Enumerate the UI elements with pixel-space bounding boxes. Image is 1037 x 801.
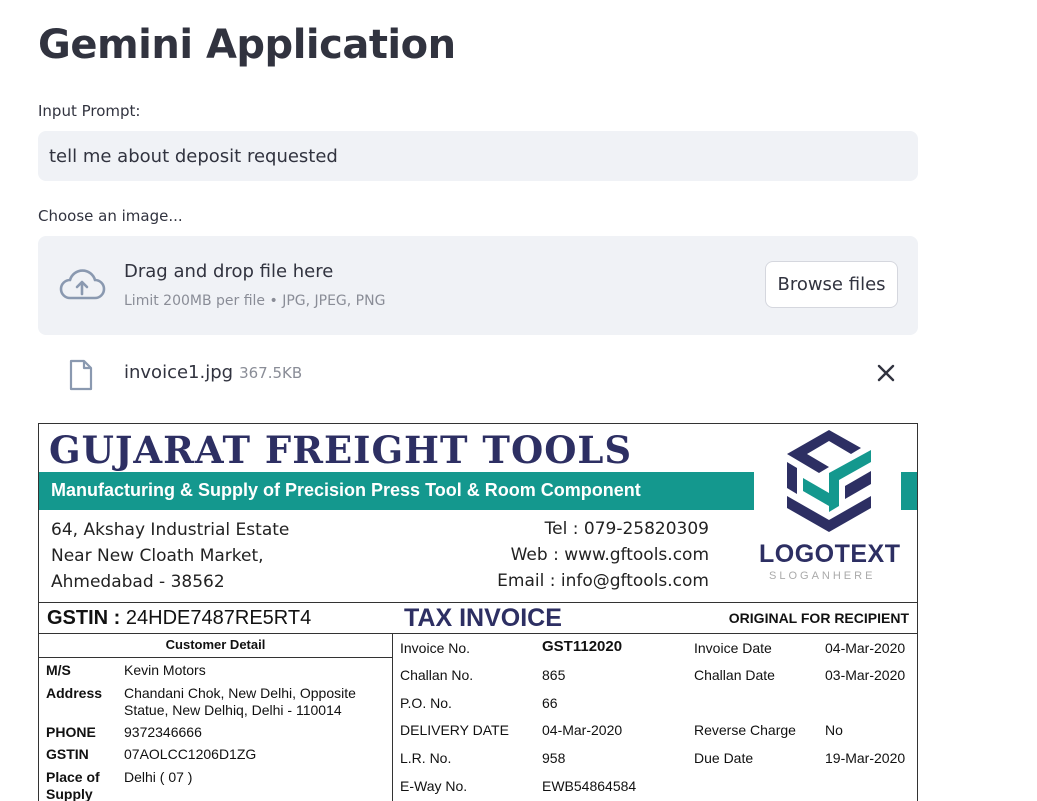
customer-field-label: Place of Supply [46,769,100,801]
invoice-field-label: E-Way No. [400,778,468,794]
customer-field-value: 07AOLCC1206D1ZG [124,746,257,762]
file-dropzone[interactable]: Drag and drop file here Limit 200MB per … [38,236,918,335]
customer-detail-header: Customer Detail [165,637,266,652]
page-title: Gemini Application [38,22,456,68]
invoice-field-value: 66 [542,695,558,711]
invoice-gstin: GSTIN : 24HDE7487RE5RT4 [47,607,311,630]
file-size: 367.5KB [239,364,303,382]
invoice-field-label: Challan No. [400,667,474,683]
customer-field-value: Delhi ( 07 ) [124,769,193,785]
invoice-field-value: 03-Mar-2020 [825,667,906,683]
divider [39,602,917,603]
dropzone-instructions: Drag and drop file here [124,261,334,282]
customer-field-value: Chandani Chok, New Delhi, Opposite Statu… [124,685,356,718]
logo-text: LOGOTEXT [759,540,901,568]
remove-file-close-icon[interactable] [872,359,900,387]
prompt-input[interactable]: tell me about deposit requested [38,131,918,181]
invoice-contact-line: Email : info@gftools.com [497,571,709,591]
company-logo-icon [787,430,871,532]
invoice-field-value: 958 [542,750,566,766]
prompt-input-value: tell me about deposit requested [49,145,338,167]
invoice-contact-line: Web : www.gftools.com [510,545,709,565]
customer-field-label: M/S [46,662,71,678]
customer-field-label: Address [46,685,103,701]
invoice-field-label: L.R. No. [400,750,452,766]
invoice-field-label: Invoice No. [400,640,471,656]
browse-files-button[interactable]: Browse files [765,261,898,308]
customer-field-label: PHONE [46,724,96,740]
invoice-field-label: DELIVERY DATE [400,722,509,738]
invoice-field-label: Invoice Date [694,640,772,656]
invoice-field-label: Due Date [694,750,754,766]
invoice-address-line: Near New Cloath Market, [51,546,264,566]
invoice-field-value: 04-Mar-2020 [542,722,623,738]
invoice-field-label: Challan Date [694,667,775,683]
invoice-field-label: P.O. No. [400,695,452,711]
invoice-address-line: 64, Akshay Industrial Estate [51,520,290,540]
cloud-upload-icon [59,269,106,300]
customer-field-label: GSTIN [46,746,89,762]
gstin-value: 24HDE7487RE5RT4 [125,607,312,629]
invoice-field-value: 04-Mar-2020 [825,640,906,656]
invoice-field-value: No [825,722,843,738]
customer-field-value: Kevin Motors [124,662,206,678]
invoice-contact-line: Tel : 079-25820309 [544,519,709,539]
file-icon [69,359,93,391]
dropzone-limits: Limit 200MB per file • JPG, JPEG, PNG [124,293,386,309]
gstin-label: GSTIN : [47,607,121,629]
invoice-tagline-band: Manufacturing & Supply of Precision Pres… [39,472,754,510]
copy-label: ORIGINAL FOR RECIPIENT [728,610,909,626]
invoice-field-value: 865 [542,667,566,683]
tax-invoice-title: TAX INVOICE [404,604,562,632]
invoice-field-value: GST112020 [542,638,623,655]
logo-slogan: SLOGANHERE [769,570,876,582]
invoice-tagline: Manufacturing & Supply of Precision Pres… [51,480,641,500]
invoice-field-value: EWB54864584 [542,778,637,794]
invoice-company-name: GUJARAT FREIGHT TOOLS [49,428,633,472]
divider [39,633,917,634]
uploaded-file-row: invoice1.jpg 367.5KB [38,353,918,395]
invoice-band-right [901,472,917,510]
invoice-field-label: Reverse Charge [694,722,796,738]
uploader-label: Choose an image... [38,207,183,225]
invoice-image: GUJARAT FREIGHT TOOLS Manufacturing & Su… [38,423,918,801]
prompt-label: Input Prompt: [38,102,141,120]
divider [39,657,392,658]
invoice-field-value: 19-Mar-2020 [825,750,906,766]
divider [392,633,393,801]
invoice-address-line: Ahmedabad - 38562 [51,572,225,592]
file-name: invoice1.jpg [124,362,234,383]
customer-field-value: 9372346666 [124,724,202,740]
